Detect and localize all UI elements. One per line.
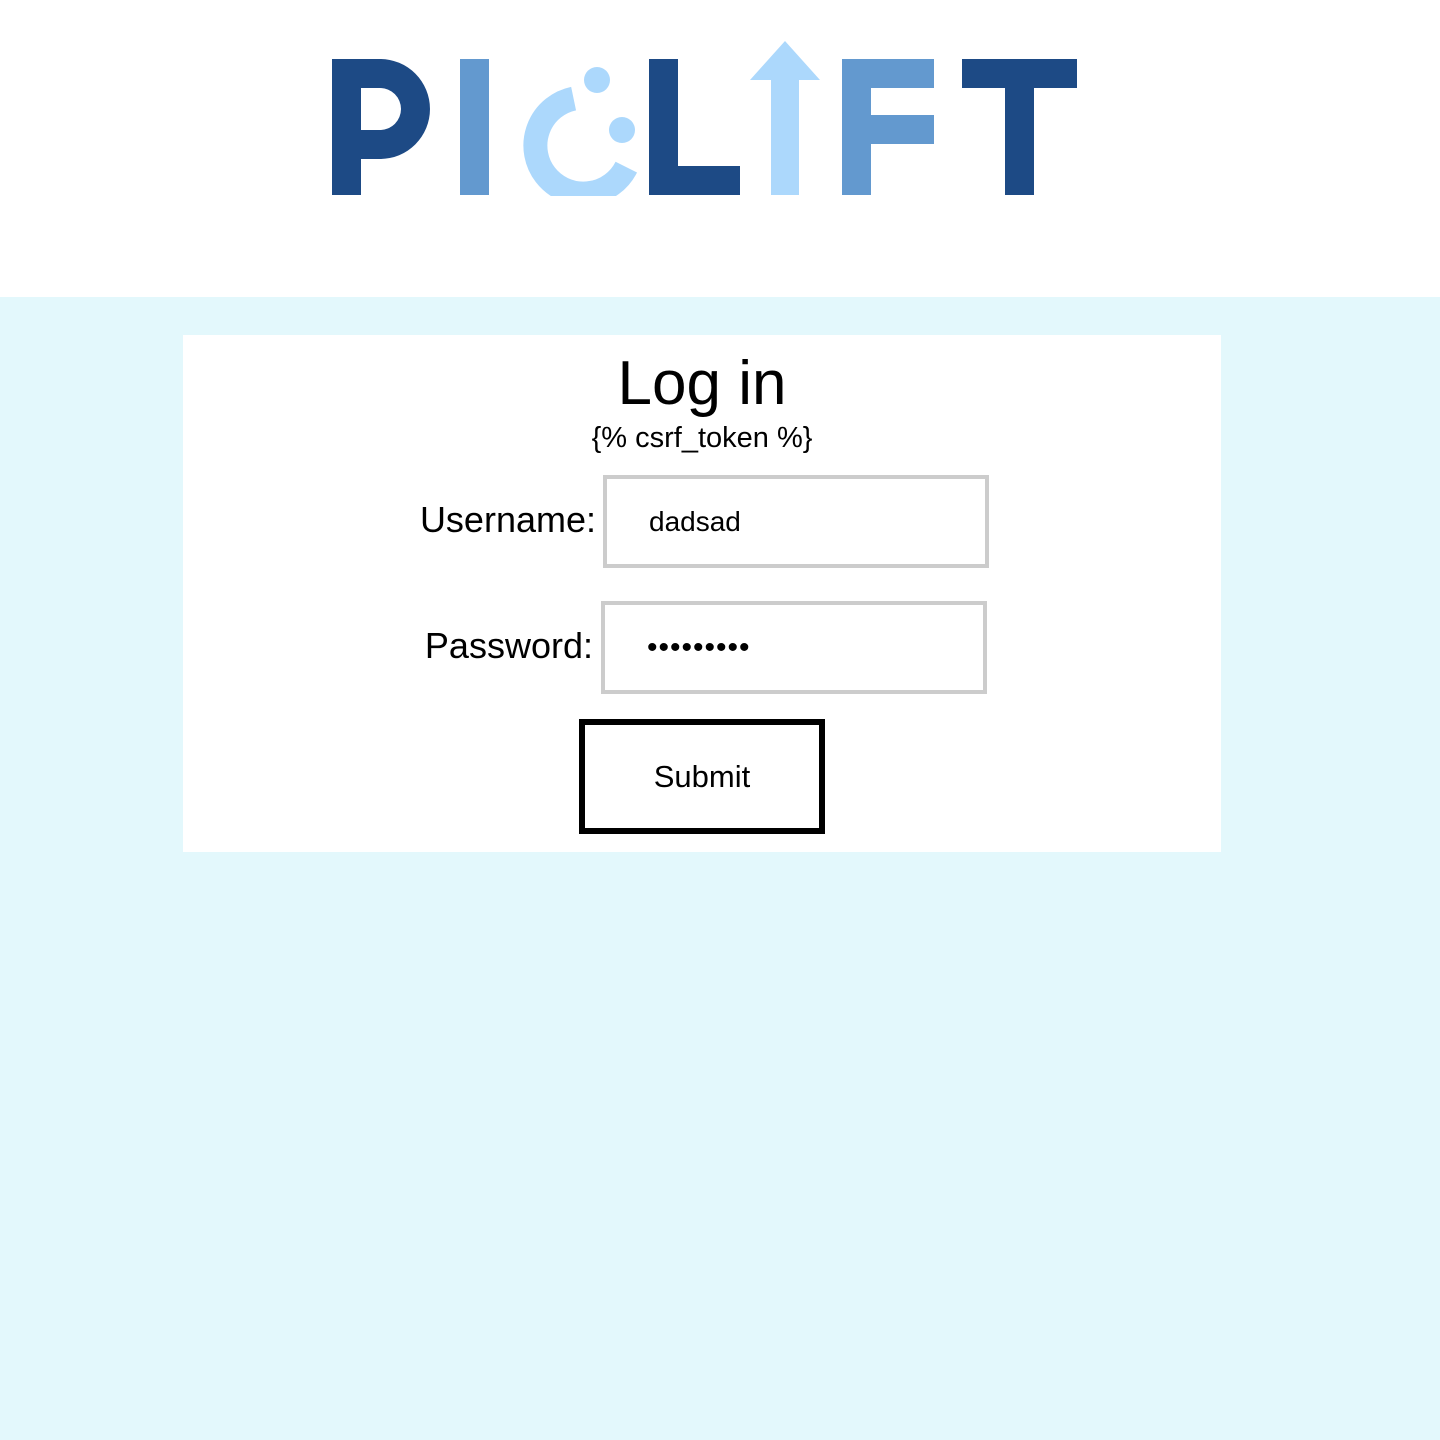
logo-letter-f [842, 59, 934, 195]
logo-arrow-i [750, 41, 820, 195]
csrf-token-text: {% csrf_token %} [591, 422, 813, 454]
header [0, 0, 1440, 297]
login-form-card: Log in {% csrf_token %} Username: Passwo… [183, 335, 1221, 852]
logo-letter-i [460, 59, 489, 195]
logo-letter-l [649, 59, 740, 195]
username-input[interactable] [603, 475, 989, 568]
logo-letter-t [962, 59, 1077, 195]
submit-button[interactable]: Submit [579, 719, 825, 834]
piclift-logo [332, 41, 1077, 196]
logo-letter-p [332, 59, 430, 195]
password-label: Password: [424, 625, 593, 666]
page-title: Log in [617, 349, 787, 418]
password-input[interactable] [601, 601, 987, 694]
logo-letter-c [523, 67, 638, 196]
main-area: Log in {% csrf_token %} Username: Passwo… [0, 297, 1440, 1440]
username-label: Username: [419, 499, 596, 540]
